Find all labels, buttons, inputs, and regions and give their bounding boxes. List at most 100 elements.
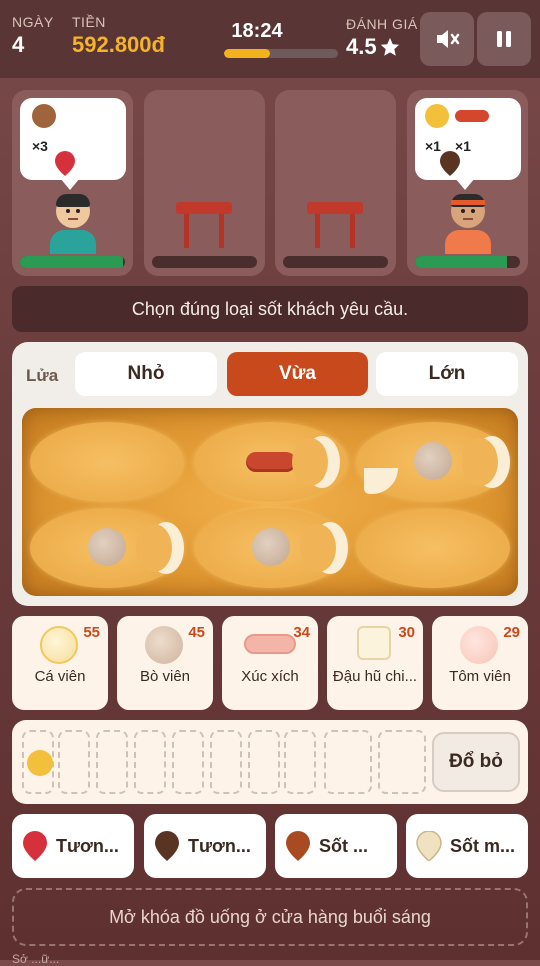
customer-slot-1[interactable]: ×3: [12, 90, 133, 276]
cooking-well[interactable]: [194, 508, 348, 588]
rating-value-row: 4.5: [346, 34, 418, 60]
heat-low-button[interactable]: Nhỏ: [75, 352, 217, 396]
discard-button[interactable]: Đổ bỏ: [432, 732, 520, 792]
patience-bar: [415, 256, 520, 268]
order-count: ×3: [32, 138, 48, 154]
skewer-slot[interactable]: [324, 730, 372, 794]
customer-slot-3: [275, 90, 396, 276]
skewer-tray: Đổ bỏ: [12, 720, 528, 804]
skewer-slot[interactable]: [172, 730, 204, 794]
empty-stool-icon: [307, 202, 363, 248]
order-bubble: ×1 ×1: [415, 98, 521, 190]
cooking-ball[interactable]: [252, 528, 290, 566]
patience-bar: [283, 256, 388, 268]
skewer-slot[interactable]: [378, 730, 426, 794]
money-label: TIỀN: [72, 14, 106, 30]
stool-leg: [350, 214, 355, 248]
fish-ball-icon: [27, 750, 53, 776]
tofu-icon: [357, 626, 391, 660]
hint-banner: Chọn đúng loại sốt khách yêu cầu.: [12, 286, 528, 332]
brown-sauce-drop-icon: [440, 151, 460, 176]
order-bubble: ×3: [20, 98, 126, 190]
ingredient-name: Tôm viên: [449, 668, 511, 685]
stool-leg: [219, 214, 224, 248]
skewer-slot[interactable]: [96, 730, 128, 794]
customer-eye: [76, 209, 80, 213]
cooking-ball[interactable]: [88, 528, 126, 566]
customer-avatar: [443, 194, 493, 254]
money-stat: TIỀN 592.800đ: [72, 14, 165, 58]
mute-button[interactable]: [420, 12, 474, 66]
sauce-label: Tươn...: [56, 835, 119, 856]
customer-mouth: [463, 218, 473, 220]
cooking-sausage[interactable]: [246, 452, 296, 472]
doneness-indicator: [292, 436, 340, 488]
headband: [451, 200, 485, 205]
cooking-well[interactable]: [356, 422, 510, 502]
sauce-button-4[interactable]: Sốt m...: [406, 814, 528, 878]
skewer-slot[interactable]: [134, 730, 166, 794]
ingredient-name: Xúc xích: [241, 668, 299, 685]
time-progress-bar: [224, 49, 338, 58]
fish-ball-icon: [40, 626, 78, 664]
customer-body: [50, 230, 96, 254]
stock-count: 30: [398, 624, 415, 641]
unlock-drinks-banner: Mở khóa đồ uống ở cửa hàng buổi sáng: [12, 888, 528, 946]
patience-fill: [415, 256, 508, 268]
time-progress-fill: [224, 49, 270, 58]
customer-eye: [66, 209, 70, 213]
customer-hair: [56, 194, 90, 207]
beef-ball-icon: [145, 626, 183, 664]
star-icon: [380, 37, 399, 56]
empty-stool-icon: [176, 202, 232, 248]
stock-count: 45: [188, 624, 205, 641]
cooking-panel: Lửa Nhỏ Vừa Lớn: [12, 342, 528, 606]
orange-sauce-drop-icon: [286, 831, 310, 861]
ingredient-tofu[interactable]: 30 Đậu hũ chi...: [327, 616, 423, 710]
skewer-slot[interactable]: [58, 730, 90, 794]
day-value: 4: [12, 32, 25, 57]
sauce-button-3[interactable]: Sốt ...: [275, 814, 397, 878]
red-sauce-drop-icon: [23, 831, 47, 861]
ingredient-beef-ball[interactable]: 45 Bò viên: [117, 616, 213, 710]
heat-medium-button[interactable]: Vừa: [227, 352, 368, 396]
customer-slot-4[interactable]: ×1 ×1: [407, 90, 528, 276]
cooking-ball[interactable]: [414, 442, 452, 480]
ingredient-sausage[interactable]: 34 Xúc xích: [222, 616, 318, 710]
doneness-indicator: [136, 522, 184, 574]
clock-time: 18:24: [231, 20, 283, 42]
sauce-button-2[interactable]: Tươn...: [144, 814, 266, 878]
customer-eye: [471, 209, 475, 213]
cooking-well[interactable]: [30, 508, 184, 588]
money-value: 592.800đ: [72, 32, 165, 57]
ingredient-name: Cá viên: [34, 668, 86, 685]
skewer-slot[interactable]: [248, 730, 280, 794]
customer-slots: ×3 ×1 ×1: [12, 90, 528, 276]
time-display: 18:24: [224, 20, 340, 58]
skewer-slot[interactable]: [22, 730, 54, 794]
ingredient-name: Đậu hũ chi...: [332, 668, 418, 685]
stool-seat: [307, 202, 363, 214]
rating-value: 4.5: [346, 34, 377, 59]
sauce-button-1[interactable]: Tươn...: [12, 814, 134, 878]
skewer-slot[interactable]: [284, 730, 316, 794]
patience-bar: [152, 256, 257, 268]
cooking-well[interactable]: [356, 508, 510, 588]
heat-high-button[interactable]: Lớn: [376, 352, 518, 396]
rating-stat: ĐÁNH GIÁ 4.5: [346, 16, 418, 60]
mayo-sauce-drop-icon: [416, 831, 442, 861]
sausage-icon: [244, 634, 296, 654]
stool-leg: [184, 214, 189, 248]
sauce-label: Tươn...: [188, 835, 251, 856]
stool-seat: [176, 202, 232, 214]
pause-button[interactable]: [477, 12, 531, 66]
cooking-well[interactable]: [194, 422, 348, 502]
stock-count: 29: [503, 624, 520, 641]
ingredient-shrimp-ball[interactable]: 29 Tôm viên: [432, 616, 528, 710]
ingredient-fish-ball[interactable]: 55 Cá viên: [12, 616, 108, 710]
red-sauce-drop-icon: [55, 151, 75, 176]
skewer-slot[interactable]: [210, 730, 242, 794]
day-label: NGÀY: [12, 14, 54, 30]
customer-eye: [461, 209, 465, 213]
cooking-well[interactable]: [30, 422, 184, 502]
